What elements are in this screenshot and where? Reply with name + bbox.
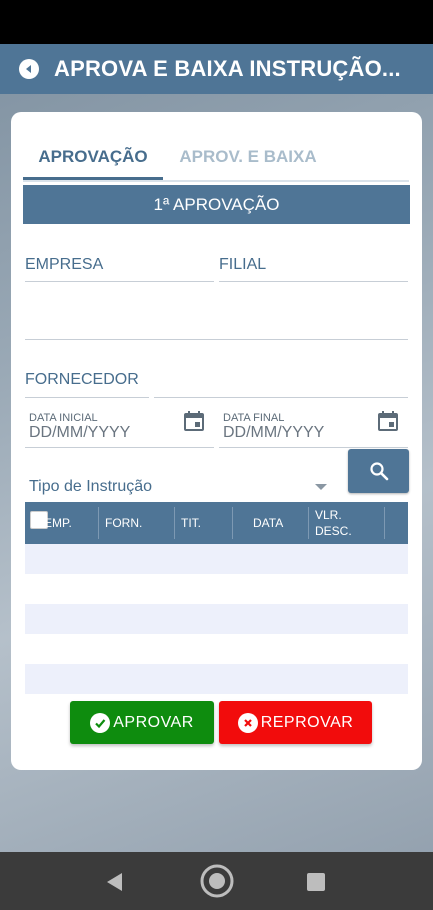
column-header-vlr-desc: VLR. DESC. [315,502,352,544]
table-row [25,574,408,604]
approve-label: APROVAR [113,713,194,731]
filial-field-line [219,281,408,282]
table-row [25,664,408,694]
column-divider [384,507,385,539]
tab-divider [23,180,409,182]
dropdown-arrow-icon[interactable] [315,484,327,490]
reject-label: REPROVAR [260,713,354,731]
tab-aprov-e-baixa[interactable]: APROV. E BAIXA [173,140,323,180]
column-header-data: DATA [253,516,284,530]
column-divider [232,507,233,539]
system-nav-bar [0,852,433,910]
column-header-emp: EMP. [44,516,72,530]
column-header-tit: TIT. [181,516,201,530]
filial-label[interactable]: FILIAL [219,256,266,274]
section-header: 1ª APROVAÇÃO [23,185,410,224]
check-circle-icon [90,712,111,733]
calendar-icon[interactable] [183,410,205,432]
back-button[interactable] [19,59,39,79]
fornecedor-name-line [154,397,408,398]
status-bar [0,0,433,44]
column-divider [174,507,175,539]
data-final-input[interactable]: DD/MM/YYYY [223,424,324,442]
tipo-instrucao-select[interactable]: Tipo de Instrução [29,478,152,496]
table-row [25,544,408,574]
data-final-label: DATA FINAL [223,412,285,424]
column-header-desc: DESC. [315,524,352,538]
table-row [25,634,408,664]
column-divider [98,507,99,539]
nav-home-icon[interactable] [199,863,235,899]
data-final-line [219,447,408,448]
table-row [25,604,408,634]
calendar-icon[interactable] [377,410,399,432]
column-divider [308,507,309,539]
data-inicial-input[interactable]: DD/MM/YYYY [29,424,130,442]
tab-aprovacao[interactable]: APROVAÇÃO [23,140,163,180]
search-button[interactable] [348,449,409,493]
column-header-forn: FORN. [105,516,143,530]
fornecedor-label[interactable]: FORNECEDOR [25,371,139,389]
form-card: APROVAÇÃO APROV. E BAIXA 1ª APROVAÇÃO EM… [11,112,422,770]
nav-recents-icon[interactable] [306,872,326,892]
data-inicial-label: DATA INICIAL [29,412,98,424]
empresa-field-line [25,281,214,282]
close-circle-icon [237,712,258,733]
nav-back-icon[interactable] [105,872,125,892]
approve-button[interactable]: APROVAR [70,701,214,744]
back-arrow-icon [26,65,31,73]
empresa-label[interactable]: EMPRESA [25,256,103,274]
search-icon [369,462,388,481]
data-inicial-line [25,447,214,448]
page-title: APROVA E BAIXA INSTRUÇÃO... [54,56,401,81]
app-bar: APROVA E BAIXA INSTRUÇÃO... [0,44,433,94]
reject-button[interactable]: REPROVAR [219,701,372,744]
column-header-vlr: VLR. [315,508,342,522]
fornecedor-code-line [25,397,149,398]
tab-bar: APROVAÇÃO APROV. E BAIXA [23,140,409,182]
empresa-description-line [25,339,408,340]
table-header: EMP. FORN. TIT. DATA VLR. DESC. [25,502,408,544]
